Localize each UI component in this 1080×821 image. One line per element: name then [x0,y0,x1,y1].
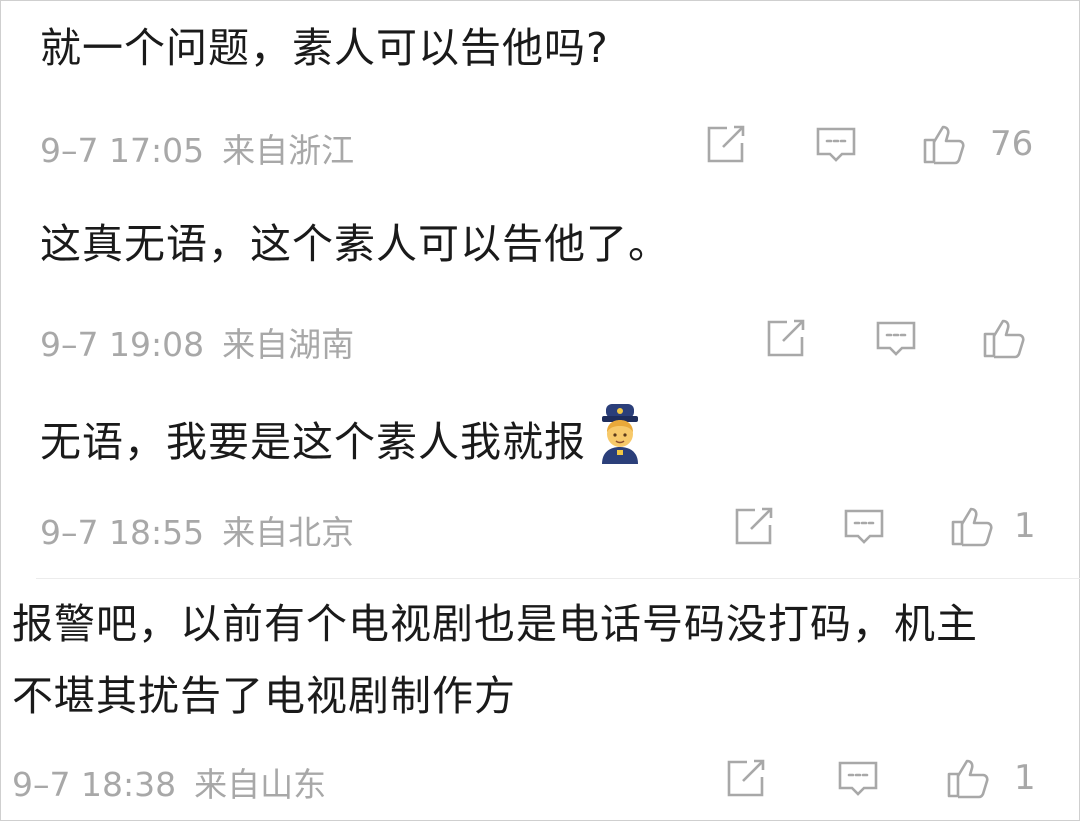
like-count: 76 [990,124,1034,164]
comment-actions [0,314,1080,362]
thumbs-up-icon[interactable] [980,314,1028,362]
comment-text: 这真无语，这个素人可以告他了。 [40,220,670,268]
thumbs-up-icon[interactable] [944,754,992,802]
repost-icon[interactable] [730,502,778,550]
comment-icon[interactable] [840,502,888,550]
repost-icon[interactable] [762,314,810,362]
comment-text: 无语，我要是这个素人我就报 [40,404,1050,468]
thumbs-up-icon[interactable] [920,120,968,168]
comment-icon[interactable] [834,754,882,802]
comment-actions: 1 [0,754,1080,802]
comment-actions: 76 [0,120,1080,168]
police-officer-emoji [602,404,638,464]
comment-icon[interactable] [872,314,920,362]
like-count: 1 [1014,506,1036,546]
comment-text: 就一个问题，素人可以告他吗? [40,24,609,72]
like-count: 1 [1014,758,1036,798]
repost-icon[interactable] [702,120,750,168]
repost-icon[interactable] [722,754,770,802]
comment-actions: 1 [0,502,1080,550]
divider [36,578,1080,579]
comment-icon[interactable] [812,120,860,168]
comment-text: 报警吧，以前有个电视剧也是电话号码没打码，机主不堪其扰告了电视剧制作方 [12,600,978,720]
comment-text-body: 无语，我要是这个素人我就报 [40,418,586,466]
thumbs-up-icon[interactable] [948,502,996,550]
